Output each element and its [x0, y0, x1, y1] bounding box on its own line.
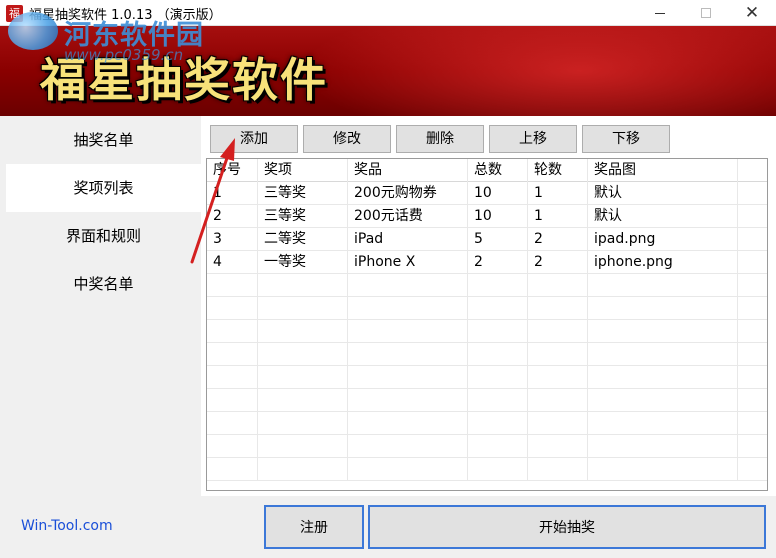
annotation-arrow-icon [190, 138, 235, 264]
